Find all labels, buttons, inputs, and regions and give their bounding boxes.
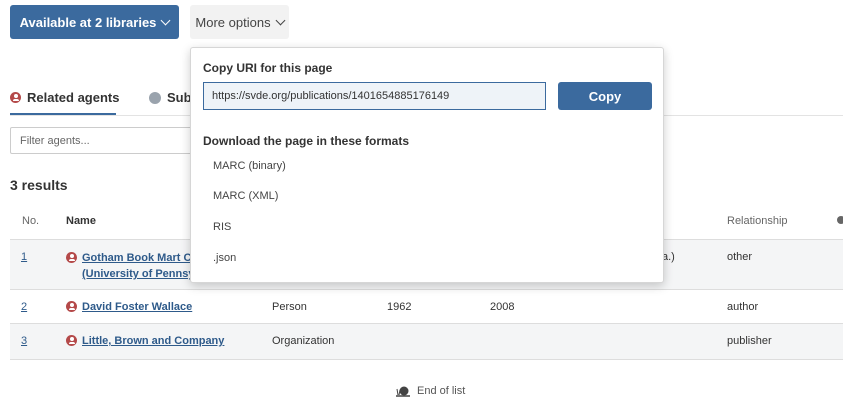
tab-subjects[interactable]: Subj bbox=[149, 90, 195, 105]
uri-value: https://svde.org/publications/1401654885… bbox=[212, 90, 450, 102]
row-type: Person bbox=[272, 301, 307, 313]
table-row: 3 Little, Brown and Company Organization… bbox=[10, 323, 843, 360]
row-born: 1962 bbox=[387, 301, 412, 313]
agent-icon bbox=[66, 335, 77, 346]
available-libraries-label: Available at 2 libraries bbox=[19, 14, 157, 30]
tab-related-agents-label: Related agents bbox=[27, 90, 120, 105]
uri-field[interactable]: https://svde.org/publications/1401654885… bbox=[203, 82, 546, 110]
agent-icon bbox=[66, 301, 77, 312]
copy-uri-heading: Copy URI for this page bbox=[203, 61, 333, 75]
column-header-name[interactable]: Name bbox=[66, 215, 96, 227]
more-options-button[interactable]: More options bbox=[190, 5, 289, 39]
copy-button-label: Copy bbox=[588, 88, 622, 104]
format-marc-xml[interactable]: MARC (XML) bbox=[213, 190, 278, 202]
tab-related-agents[interactable]: Related agents bbox=[10, 90, 119, 105]
table-row: 2 David Foster Wallace Person 1962 2008 … bbox=[10, 289, 843, 324]
column-header-relationship[interactable]: Relationship bbox=[727, 215, 788, 227]
end-of-list-label: End of list bbox=[417, 385, 466, 397]
row-relationship: publisher bbox=[727, 335, 772, 347]
agent-icon bbox=[10, 92, 21, 103]
more-options-label: More options bbox=[195, 14, 271, 30]
filter-agents-placeholder: Filter agents... bbox=[20, 134, 90, 147]
subject-icon bbox=[149, 91, 161, 104]
filter-agents-input[interactable]: Filter agents... bbox=[10, 127, 195, 154]
agent-name-link[interactable]: Gotham Book Mart Co (University of Penns… bbox=[82, 250, 198, 282]
format-ris[interactable]: RIS bbox=[213, 221, 231, 233]
agent-icon bbox=[66, 252, 77, 263]
download-formats-heading: Download the page in these formats bbox=[203, 134, 410, 148]
format-marc-binary[interactable]: MARC (binary) bbox=[213, 160, 286, 172]
agent-name-line1: Gotham Book Mart Co bbox=[82, 252, 199, 264]
chevron-down-icon bbox=[275, 15, 286, 25]
column-settings-icon[interactable] bbox=[837, 216, 843, 224]
more-options-dropdown: Copy URI for this page https://svde.org/… bbox=[190, 47, 664, 283]
copy-uri-button[interactable]: Copy bbox=[558, 82, 652, 110]
row-died: 2008 bbox=[490, 301, 515, 313]
end-of-list: End of list bbox=[395, 385, 465, 397]
format-json[interactable]: .json bbox=[213, 252, 236, 264]
column-header-no: No. bbox=[22, 215, 40, 227]
row-relationship: author bbox=[727, 301, 759, 313]
agent-name-link[interactable]: David Foster Wallace bbox=[82, 301, 192, 313]
row-number-link[interactable]: 1 bbox=[21, 251, 27, 263]
available-libraries-button[interactable]: Available at 2 libraries bbox=[10, 5, 179, 39]
agent-name-link[interactable]: Little, Brown and Company bbox=[82, 335, 224, 347]
results-count: 3 results bbox=[10, 177, 68, 193]
snail-icon bbox=[396, 386, 410, 397]
row-number-link[interactable]: 2 bbox=[21, 301, 27, 313]
row-relationship: other bbox=[727, 251, 753, 263]
row-type: Organization bbox=[272, 335, 335, 347]
row-number-link[interactable]: 3 bbox=[21, 335, 27, 347]
agent-name-line2: (University of Pennsyl bbox=[82, 268, 198, 280]
chevron-down-icon bbox=[160, 15, 171, 25]
